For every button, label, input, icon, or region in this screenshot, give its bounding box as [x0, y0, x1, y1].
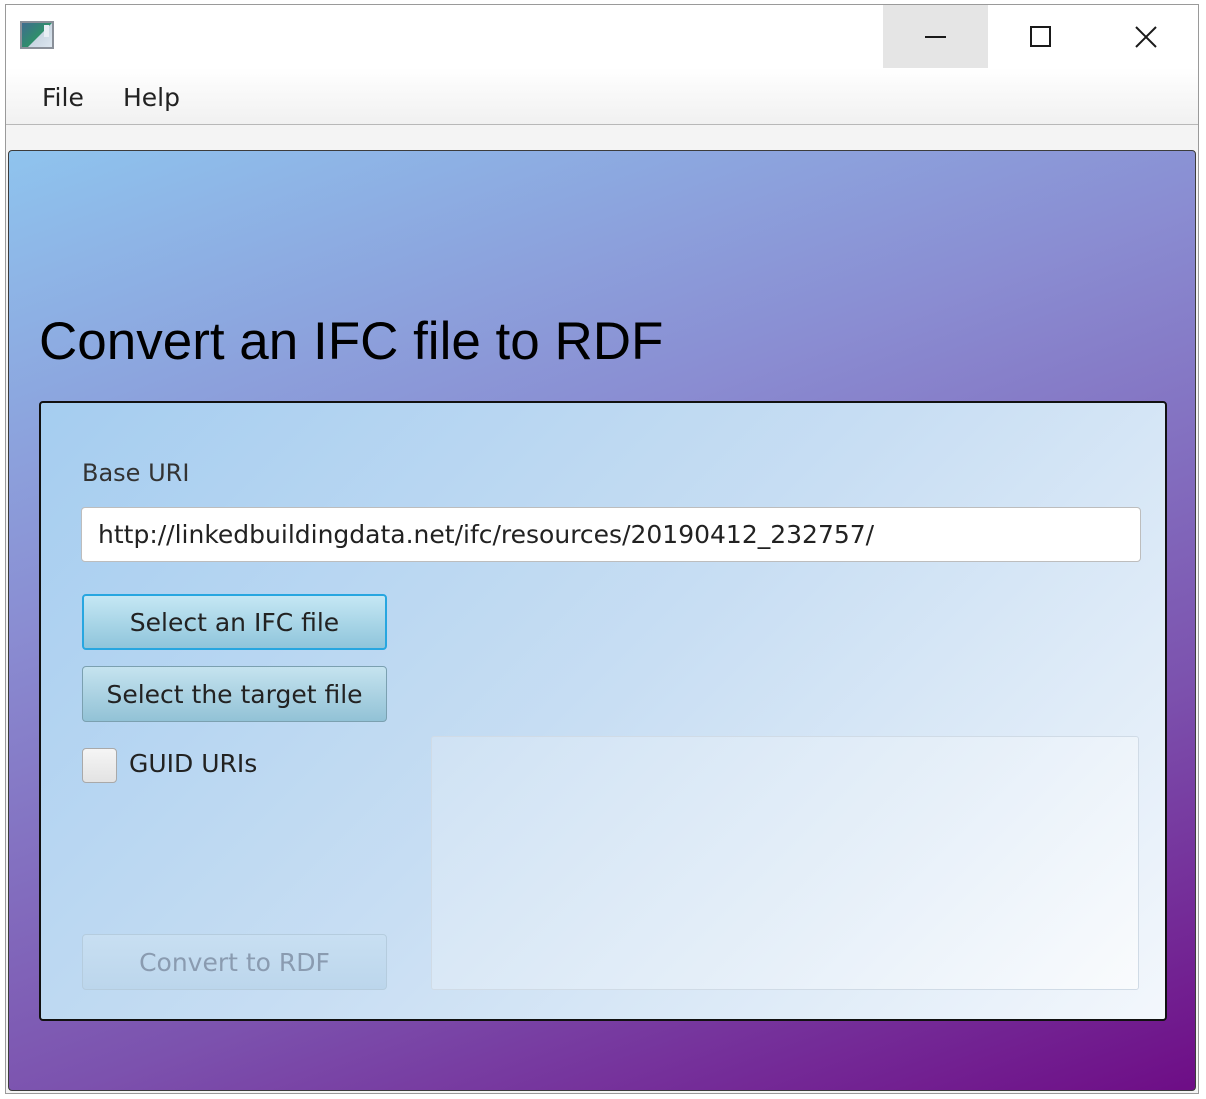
maximize-button[interactable]	[988, 5, 1093, 68]
app-window: File Help Convert an IFC file to RDF Bas…	[5, 4, 1199, 1094]
menu-help[interactable]: Help	[123, 83, 180, 112]
menu-bar: File Help	[6, 68, 1198, 125]
main-panel: Convert an IFC file to RDF Base URI Sele…	[8, 150, 1196, 1091]
close-button[interactable]	[1093, 5, 1198, 68]
convert-to-rdf-button: Convert to RDF	[82, 934, 387, 990]
menu-file[interactable]: File	[42, 83, 84, 112]
toolbar-strip	[6, 125, 1198, 149]
minimize-icon	[925, 35, 946, 38]
base-uri-input[interactable]	[81, 507, 1141, 562]
select-target-file-button[interactable]: Select the target file	[82, 666, 387, 722]
converter-form: Base URI Select an IFC file Select the t…	[39, 401, 1167, 1021]
guid-uris-checkbox[interactable]	[82, 748, 117, 783]
maximize-icon	[1030, 26, 1051, 47]
base-uri-label: Base URI	[82, 459, 190, 487]
page-title: Convert an IFC file to RDF	[39, 312, 664, 371]
app-icon	[20, 21, 54, 49]
minimize-button[interactable]	[883, 5, 988, 68]
select-ifc-file-button[interactable]: Select an IFC file	[82, 594, 387, 650]
guid-uris-label[interactable]: GUID URIs	[129, 749, 257, 778]
title-bar[interactable]	[6, 5, 1198, 68]
close-icon	[1134, 25, 1157, 48]
log-output-area[interactable]	[431, 736, 1139, 990]
